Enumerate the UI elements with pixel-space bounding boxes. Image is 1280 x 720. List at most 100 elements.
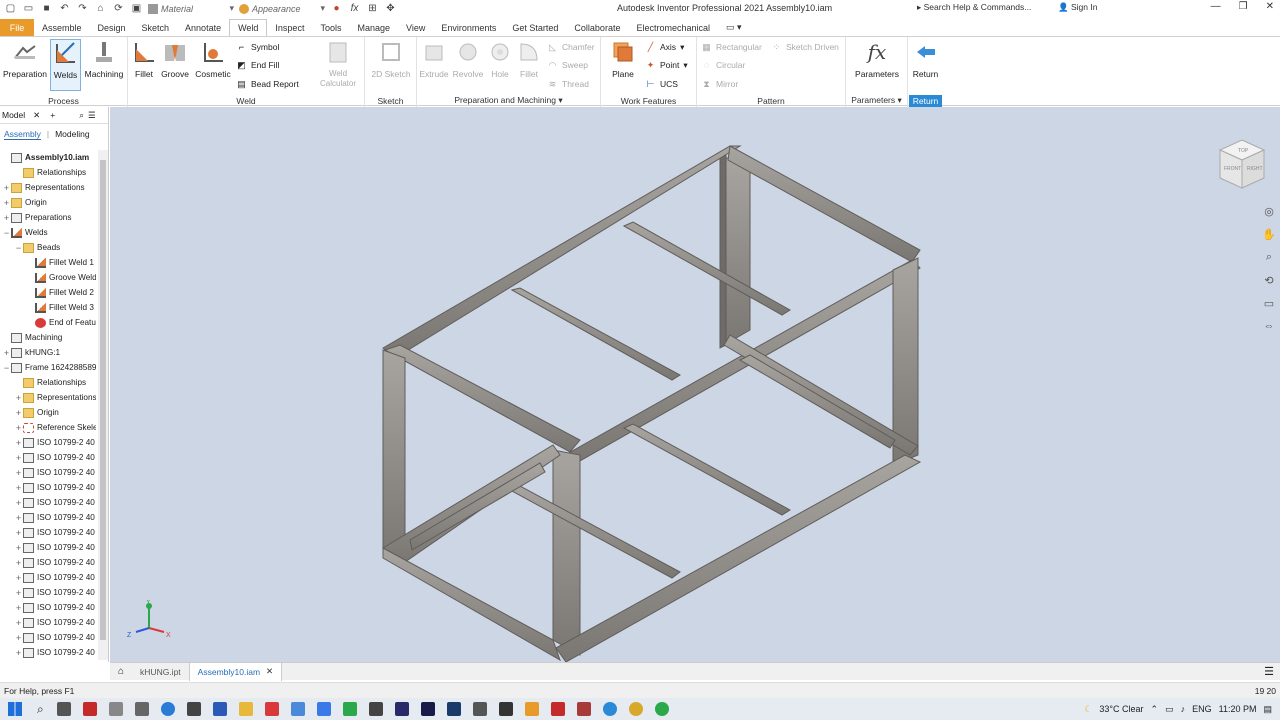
tree-item[interactable]: + ISO 10799-2 40 <box>0 555 96 570</box>
tab-environments[interactable]: Environments <box>433 19 504 36</box>
help-search-input[interactable]: ▸ Search Help & Commands... <box>917 2 1051 15</box>
chamfer-button[interactable]: ◺ Chamfer <box>547 40 595 54</box>
expand-icon[interactable]: + <box>2 348 11 358</box>
ucs-button[interactable]: ⊢ UCS <box>645 77 678 91</box>
network-icon[interactable]: ▭ <box>1165 704 1174 715</box>
expand-icon[interactable]: + <box>14 498 23 508</box>
tree-item[interactable]: + ISO 10799-2 40 <box>0 615 96 630</box>
select-icon[interactable]: ▣ <box>130 2 143 15</box>
graphics-viewport[interactable] <box>110 107 1280 663</box>
menu-icon[interactable]: ☰ <box>88 110 96 121</box>
sketch-driven-pattern-button[interactable]: ⁘ Sketch Driven <box>771 40 839 54</box>
inventor-icon[interactable] <box>524 702 539 716</box>
tree-item[interactable]: + ISO 10799-2 40 <box>0 510 96 525</box>
expand-icon[interactable]: + <box>14 588 23 598</box>
tree-item[interactable]: + Preparations <box>0 210 96 225</box>
app-icon[interactable] <box>316 702 331 716</box>
end-fill-button[interactable]: ◩ End Fill <box>236 58 279 72</box>
weather-icon[interactable]: ☾ <box>1084 704 1092 715</box>
point-button[interactable]: ✦ Point ▾ <box>645 58 688 72</box>
scrollbar-thumb[interactable] <box>100 160 106 640</box>
expand-icon[interactable]: + <box>2 198 11 208</box>
mirror-button[interactable]: ⧗ Mirror <box>701 77 738 91</box>
expand-icon[interactable]: + <box>14 528 23 538</box>
doc-tab-khung[interactable]: kHUNG.ipt <box>132 663 189 681</box>
pdf-icon[interactable] <box>264 702 279 716</box>
expand-icon[interactable]: + <box>14 393 23 403</box>
tab-sketch[interactable]: Sketch <box>134 19 178 36</box>
close-icon[interactable]: ✕ <box>1266 1 1274 12</box>
tab-modeling[interactable]: Modeling <box>55 129 90 139</box>
tab-annotate[interactable]: Annotate <box>177 19 229 36</box>
tree-item[interactable]: + ISO 10799-2 40 <box>0 495 96 510</box>
tree-item[interactable]: + Origin <box>0 195 96 210</box>
bead-report-button[interactable]: ▤ Bead Report <box>236 77 299 91</box>
edge-icon[interactable] <box>602 702 617 716</box>
collapse-icon[interactable]: − <box>14 243 23 253</box>
hole-button[interactable]: Hole <box>487 39 513 79</box>
app-icon[interactable] <box>134 702 149 716</box>
tab-collaborate[interactable]: Collaborate <box>566 19 628 36</box>
ribbon-options-icon[interactable]: ▭ ▾ <box>718 19 750 36</box>
symbol-button[interactable]: ⌐ Symbol <box>236 40 279 54</box>
home-icon[interactable]: ⌂ <box>94 2 107 15</box>
weld-calculator-button[interactable]: Weld Calculator <box>313 39 363 89</box>
clock[interactable]: 11:20 PM <box>1219 704 1257 714</box>
home-icon[interactable]: ⌂ <box>110 666 132 677</box>
restore-icon[interactable]: ❐ <box>1239 1 1248 12</box>
color-icon[interactable]: ● <box>330 2 343 15</box>
machining-button[interactable]: Machining <box>82 39 126 79</box>
move-icon[interactable]: ✥ <box>384 2 397 15</box>
redo-icon[interactable]: ↷ <box>76 2 89 15</box>
expand-icon[interactable]: + <box>2 183 11 193</box>
expand-icon[interactable]: + <box>14 633 23 643</box>
tree-item[interactable]: + ISO 10799-2 40 <box>0 630 96 645</box>
add-icon[interactable]: + <box>50 110 55 120</box>
close-icon[interactable]: ✕ <box>266 666 273 677</box>
sweep-button[interactable]: ◠ Sweep <box>547 58 588 72</box>
thread-button[interactable]: ≋ Thread <box>547 77 589 91</box>
expand-icon[interactable]: + <box>2 213 11 223</box>
tree-item[interactable]: Assembly10.iam <box>0 150 96 165</box>
tab-weld[interactable]: Weld <box>229 19 268 36</box>
tab-assembly[interactable]: Assembly <box>4 129 41 140</box>
save-icon[interactable]: ■ <box>40 2 53 15</box>
tree-item[interactable]: Fillet Weld 1 <box>0 255 96 270</box>
axis-button[interactable]: ╱ Axis ▾ <box>645 40 685 54</box>
expand-icon[interactable]: + <box>14 603 23 613</box>
windows-start-icon[interactable] <box>8 702 22 716</box>
tab-design[interactable]: Design <box>90 19 134 36</box>
steering-wheel-icon[interactable]: ◎ <box>1264 205 1274 218</box>
view-cube[interactable]: TOP FRONT RIGHT <box>1216 138 1268 196</box>
tree-item[interactable]: + ISO 10799-2 40 <box>0 450 96 465</box>
parameters-button[interactable]: fx Parameters <box>852 39 902 79</box>
measure-icon[interactable]: ⊞ <box>366 2 379 15</box>
tree-item[interactable]: + ISO 10799-2 40 <box>0 570 96 585</box>
material-select[interactable]: Material ▾ <box>148 2 234 15</box>
tree-item[interactable]: + Representations <box>0 180 96 195</box>
undo-icon[interactable]: ↶ <box>58 2 71 15</box>
preparation-button[interactable]: Preparation <box>2 39 48 79</box>
expand-icon[interactable]: + <box>14 543 23 553</box>
tab-inspect[interactable]: Inspect <box>267 19 312 36</box>
tree-item[interactable]: − Welds <box>0 225 96 240</box>
tree-item[interactable]: + ISO 10799-2 40 <box>0 480 96 495</box>
pan-icon[interactable]: ✋ <box>1262 228 1276 241</box>
chrome-icon[interactable] <box>628 702 643 716</box>
tree-item[interactable]: + ISO 10799-2 40 <box>0 540 96 555</box>
app-icon[interactable] <box>498 702 513 716</box>
tree-item[interactable]: + ISO 10799-2 40 <box>0 645 96 660</box>
plane-button[interactable]: Plane <box>607 39 639 79</box>
appearance-select[interactable]: Appearance ▾ <box>239 2 325 15</box>
expand-icon[interactable]: + <box>14 648 23 658</box>
fillet-button[interactable]: Fillet <box>515 39 543 79</box>
tree-item[interactable]: + Representations <box>0 390 96 405</box>
expand-icon[interactable]: + <box>14 483 23 493</box>
new-icon[interactable]: ▢ <box>4 2 17 15</box>
task-view-icon[interactable] <box>56 702 71 716</box>
orbit-icon[interactable]: ⟲ <box>1264 274 1273 287</box>
language-indicator[interactable]: ENG <box>1192 704 1212 714</box>
app-icon[interactable] <box>186 702 201 716</box>
groove-weld-button[interactable]: Groove <box>159 39 191 79</box>
expand-icon[interactable]: + <box>14 408 23 418</box>
